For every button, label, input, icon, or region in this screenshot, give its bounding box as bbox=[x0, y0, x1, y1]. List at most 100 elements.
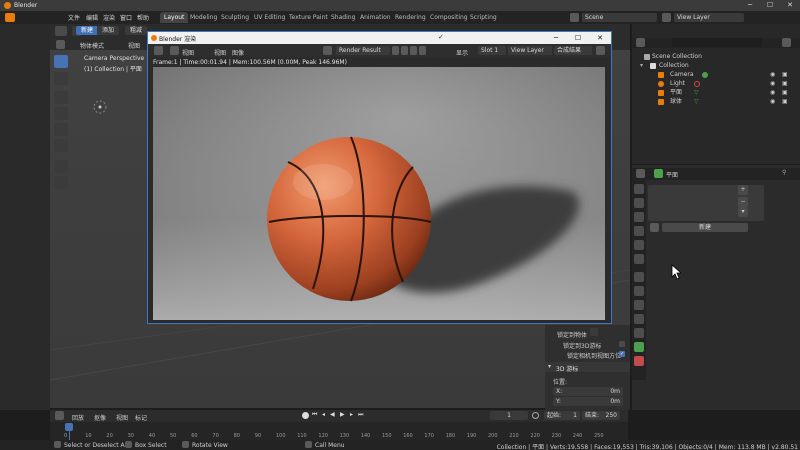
tab-shading[interactable]: Shading bbox=[327, 12, 359, 23]
lock-3d-cursor-checkbox[interactable] bbox=[619, 341, 625, 347]
add-slot-icon[interactable]: + bbox=[738, 185, 748, 195]
pass-select[interactable]: 合成结果 bbox=[554, 46, 592, 55]
image-editor-type-icon[interactable] bbox=[154, 46, 163, 55]
tab-layout[interactable]: Layout bbox=[160, 12, 189, 23]
marker-menu[interactable]: 标记 bbox=[135, 413, 147, 422]
unlink-image-icon[interactable] bbox=[419, 46, 426, 55]
annotate-tool-icon[interactable] bbox=[54, 160, 68, 173]
pin-icon[interactable]: ⚲ bbox=[782, 169, 786, 176]
filter-icon[interactable] bbox=[782, 38, 791, 47]
scene-field[interactable]: Scene bbox=[582, 13, 657, 22]
menu-window[interactable]: 窗口 bbox=[120, 13, 132, 22]
select-box-tool-icon[interactable] bbox=[54, 55, 68, 68]
tab-rendering[interactable]: Rendering bbox=[391, 12, 430, 23]
display-menu[interactable]: 显示 bbox=[456, 48, 468, 57]
render-view-menu-2[interactable]: 视图 bbox=[214, 48, 226, 57]
view-mode-icon[interactable] bbox=[170, 46, 179, 55]
render-close-icon[interactable]: ✕ bbox=[589, 32, 611, 44]
start-frame-field[interactable]: 起始: 1 bbox=[544, 411, 580, 420]
record-icon[interactable] bbox=[302, 412, 309, 419]
material-tab-icon[interactable] bbox=[634, 356, 644, 366]
tab-texture-paint[interactable]: Texture Paint bbox=[285, 12, 332, 23]
menu-edit[interactable]: 编辑 bbox=[86, 13, 98, 22]
visibility-icon[interactable]: ◉ bbox=[770, 79, 775, 88]
outliner-scene-collection[interactable]: Scene Collection bbox=[632, 52, 800, 61]
slot-select[interactable]: Slot 1 bbox=[478, 46, 506, 55]
cursor-x-field[interactable]: X: 0m bbox=[553, 387, 623, 396]
tab-compositing[interactable]: Compositing bbox=[426, 12, 472, 23]
next-key-icon[interactable]: ▸ bbox=[350, 411, 353, 418]
cursor-y-field[interactable]: Y: 0m bbox=[553, 397, 623, 406]
maximize-icon[interactable]: ☐ bbox=[760, 0, 780, 11]
menu-help[interactable]: 帮助 bbox=[137, 13, 149, 22]
cursor-tool-icon[interactable] bbox=[54, 72, 68, 85]
render-result-field[interactable]: Render Result bbox=[336, 46, 390, 55]
render-image-menu[interactable]: 图像 bbox=[232, 48, 244, 57]
material-browse-icon[interactable] bbox=[650, 223, 659, 232]
visibility-icon[interactable]: ◉ bbox=[770, 70, 775, 79]
properties-editor-icon[interactable] bbox=[636, 169, 645, 178]
prev-key-icon[interactable]: ◂ bbox=[322, 411, 325, 418]
tab-sculpting[interactable]: Sculpting bbox=[217, 12, 253, 23]
render-tab-icon[interactable] bbox=[634, 198, 644, 208]
editor-type-icon[interactable] bbox=[56, 40, 65, 49]
image-browse-icon[interactable] bbox=[323, 46, 332, 55]
transform-tool-icon[interactable] bbox=[54, 139, 68, 152]
render-maximize-icon[interactable]: ☐ bbox=[567, 32, 589, 44]
measure-tool-icon[interactable] bbox=[54, 176, 68, 189]
expand-icon[interactable]: ▾ bbox=[640, 61, 643, 70]
physics-tab-icon[interactable] bbox=[634, 314, 644, 324]
tab-scripting[interactable]: Scripting bbox=[466, 12, 501, 23]
new-material-button[interactable]: 新建 bbox=[662, 223, 748, 232]
mode-select[interactable]: 物体模式 bbox=[80, 41, 104, 50]
jump-start-icon[interactable]: ⏮ bbox=[312, 411, 317, 419]
render-minimize-icon[interactable]: ─ bbox=[545, 32, 567, 44]
view-layer-select[interactable]: View Layer bbox=[508, 46, 552, 55]
close-icon[interactable]: ✕ bbox=[780, 0, 800, 11]
lock-camera-checkbox[interactable]: ✓ bbox=[619, 351, 625, 357]
scene-icon[interactable] bbox=[570, 13, 579, 22]
playback-menu[interactable]: 回放 bbox=[72, 413, 84, 422]
current-frame-field[interactable]: 1 bbox=[490, 411, 528, 420]
keying-menu[interactable]: 抠像 bbox=[94, 413, 106, 422]
render-visibility-icon[interactable]: ▣ bbox=[782, 70, 788, 79]
tab-modeling[interactable]: Modeling bbox=[186, 12, 221, 23]
timeline-editor-icon[interactable] bbox=[55, 411, 64, 420]
render-view-menu[interactable]: 视图 bbox=[182, 48, 194, 57]
3d-cursor-section[interactable]: ▾ 3D 游标 bbox=[545, 362, 630, 373]
view-menu[interactable]: 视图 bbox=[128, 41, 140, 50]
new-button[interactable]: 新建 bbox=[76, 26, 99, 35]
scale-tool-icon[interactable] bbox=[54, 123, 68, 136]
playhead[interactable] bbox=[65, 423, 73, 431]
render-visibility-icon[interactable]: ▣ bbox=[782, 97, 788, 106]
outliner-item-camera[interactable]: Camera ◉ ▣ bbox=[632, 70, 800, 79]
view-menu[interactable]: 视图 bbox=[116, 413, 128, 422]
menu-render[interactable]: 渲染 bbox=[103, 13, 115, 22]
world-tab-icon[interactable] bbox=[634, 254, 644, 264]
tab-animation[interactable]: Animation bbox=[356, 12, 395, 23]
data-tab-icon[interactable] bbox=[634, 342, 644, 352]
scene-tab-icon[interactable] bbox=[634, 240, 644, 250]
view-layer-icon[interactable] bbox=[662, 13, 671, 22]
minimize-icon[interactable]: ─ bbox=[740, 0, 760, 11]
open-image-icon[interactable] bbox=[410, 46, 417, 55]
subtract-button[interactable]: 粗减 bbox=[125, 26, 148, 35]
object-tab-icon[interactable] bbox=[634, 272, 644, 282]
move-tool-icon[interactable] bbox=[54, 91, 68, 104]
rotate-tool-icon[interactable] bbox=[54, 107, 68, 120]
visibility-icon[interactable]: ◉ bbox=[770, 97, 775, 106]
fake-user-icon[interactable] bbox=[392, 46, 399, 55]
slot-menu-icon[interactable]: ▾ bbox=[738, 207, 748, 217]
menu-file[interactable]: 文件 bbox=[68, 13, 80, 22]
new-image-icon[interactable] bbox=[401, 46, 408, 55]
constraints-tab-icon[interactable] bbox=[634, 328, 644, 338]
outliner-item-plane[interactable]: 平面 ▽ ◉ ▣ bbox=[632, 88, 800, 97]
add-button[interactable]: 添加 bbox=[97, 26, 120, 35]
outliner-item-sphere[interactable]: 球体 ▽ ◉ ▣ bbox=[632, 97, 800, 106]
view-layer-field[interactable]: View Layer bbox=[674, 13, 744, 22]
render-visibility-icon[interactable]: ▣ bbox=[782, 79, 788, 88]
outliner-editor-icon[interactable] bbox=[636, 38, 645, 47]
particles-tab-icon[interactable] bbox=[634, 300, 644, 310]
end-frame-field[interactable]: 结束: 250 bbox=[582, 411, 620, 420]
outliner-search-input[interactable] bbox=[672, 38, 762, 47]
